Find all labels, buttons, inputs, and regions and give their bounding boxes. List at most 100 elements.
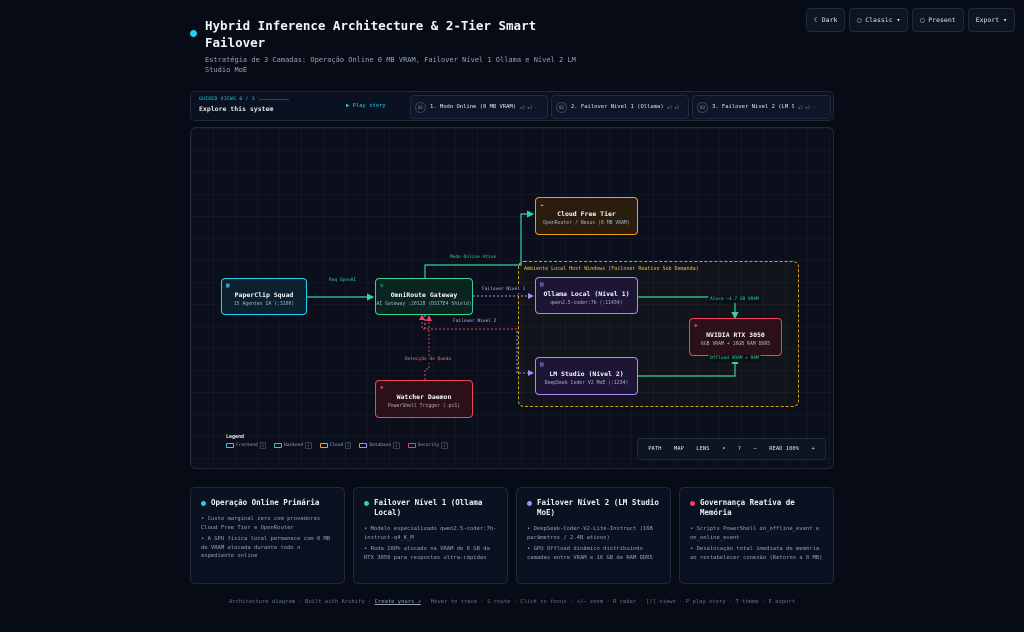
legend-count: 1: [345, 442, 352, 449]
node-title: OmniRoute Gateway: [390, 290, 458, 299]
page-subtitle: Estratégia de 3 Camadas: Operação Online…: [205, 56, 576, 74]
card-bullet: • Scripts PowerShell on_offline_event e …: [690, 526, 820, 541]
legend: Legend Frontend 1 Backend 1 Cloud 1 Data…: [226, 434, 448, 449]
card-title: Failover Nível 2 (LM Studio MoE): [537, 498, 659, 517]
card-bullet: • A GPU física local permanece com 0 MB …: [201, 536, 331, 559]
edge-modo-online: [424, 210, 535, 278]
export-dropdown[interactable]: Export ▾: [967, 8, 1015, 32]
legend-item-security[interactable]: Security 2: [407, 442, 448, 449]
guided-progress-bar: [258, 99, 289, 100]
node-subtitle: 6GB VRAM + 16GB RAM DDR5: [700, 342, 771, 347]
zoom-level: READ 100%: [769, 446, 800, 452]
card-bullet: • Custo marginal zero com provedores Clo…: [201, 516, 321, 531]
canvas-toolbar: PATH MAP LENS ⌕ ? − READ 100% +: [637, 438, 826, 460]
guided-views-kicker: GUIDED VIEWS 0 / 3: [199, 97, 255, 102]
present-button[interactable]: ▢ Present: [912, 8, 964, 32]
zoom-in-button[interactable]: +: [811, 446, 814, 452]
path-button[interactable]: PATH: [648, 446, 661, 452]
node-watcher-daemon[interactable]: ◈ Watcher Daemon PowerShell Trigger (.ps…: [375, 380, 473, 418]
legend-item-backend[interactable]: Backend 1: [274, 442, 312, 449]
node-title: Cloud Free Tier: [557, 210, 616, 218]
top-toolbar: ☾ Dark ▢ Classic ▾ ▢ Present Export ▾: [805, 8, 1015, 32]
node-ollama-local[interactable]: ▤ Ollama Local (Nível 1) qwen2.5-coder:7…: [535, 277, 638, 314]
footer: Architecture diagram · Built with Archif…: [190, 598, 834, 607]
legend-item-database[interactable]: Database 2: [359, 442, 400, 449]
node-title: LM Studio (Nível 2): [549, 370, 624, 378]
guided-views-info: GUIDED VIEWS 0 / 3 Explore this system: [199, 97, 289, 113]
cloud-icon: ☁: [540, 201, 544, 208]
gpu-icon: ◈: [694, 322, 698, 329]
legend-title: Legend: [226, 434, 245, 440]
legend-swatch: [407, 443, 416, 448]
node-paperclip-squad[interactable]: ▣ PaperClip Squad 15 Agentes IA (:3100): [221, 278, 307, 315]
legend-item-frontend[interactable]: Frontend 1: [226, 442, 267, 449]
guided-views-bar: GUIDED VIEWS 0 / 3 Explore this system ▶…: [190, 91, 834, 121]
legend-count: 2: [393, 442, 400, 449]
card-failover-2: Failover Nível 2 (LM Studio MoE) • DeepS…: [516, 487, 671, 584]
shield-icon: ◈: [380, 384, 384, 391]
create-yours-link[interactable]: Create yours ↗: [375, 599, 421, 605]
node-subtitle: qwen2.5-coder:7b (:11434): [550, 300, 623, 306]
node-subtitle: AI Gateway :20128 (DSITE4 Shield): [376, 301, 472, 307]
legend-swatch: [274, 443, 283, 448]
card-bullet: • Desalocação total imediata de memória …: [690, 546, 823, 561]
database-icon: ▤: [540, 281, 544, 288]
step-meta: ▪5 ▪3 ◦: [520, 104, 537, 110]
node-omniroute-gateway[interactable]: ◇ OmniRoute Gateway AI Gateway :20128 (D…: [375, 278, 473, 315]
node-subtitle: OpenRouter / Nexus (0 MB VRAM): [543, 221, 630, 226]
guided-step-1[interactable]: 01 1. Modo Online (0 MB VRAM) ▪5 ▪3 ◦: [410, 95, 548, 119]
edge-label-failover-2: Failover Nível 2: [451, 318, 499, 325]
dark-theme-button[interactable]: ☾ Dark: [805, 8, 846, 32]
node-title: PaperClip Squad: [234, 290, 294, 299]
page-title: Hybrid Inference Architecture & 2-Tier S…: [205, 18, 537, 50]
card-dot: [201, 501, 206, 506]
card-dot: [364, 501, 369, 506]
guided-step-3[interactable]: 03 3. Failover Nível 2 (LM Stu… ▪5 ▪3 ◦: [692, 95, 831, 119]
legend-count: 2: [441, 442, 448, 449]
map-button[interactable]: MAP: [674, 446, 684, 452]
node-cloud-free-tier[interactable]: ☁ Cloud Free Tier OpenRouter / Nexus (0 …: [535, 197, 638, 235]
card-governanca: Governança Reativa de Memória • Scripts …: [679, 487, 834, 584]
zoom-out-button[interactable]: −: [753, 446, 756, 452]
legend-swatch: [319, 443, 328, 448]
legend-count: 1: [259, 442, 267, 449]
card-title: Failover Nível 1 (Ollama Local): [374, 498, 483, 517]
step-label: 2. Failover Nível 1 (Ollama): [570, 104, 664, 110]
footer-hints: · Hover to trace · S route · Click to fo…: [424, 599, 796, 605]
lens-button[interactable]: LENS: [696, 446, 709, 452]
step-label: 3. Failover Nível 2 (LM Stu…: [712, 104, 794, 110]
edge-label-modo-online: Modo Online Ativo: [448, 254, 499, 261]
footer-made: Architecture diagram · Built with Archif…: [228, 599, 372, 605]
legend-label: Cloud: [329, 443, 344, 448]
node-subtitle: 15 Agentes IA (:3100): [233, 301, 295, 307]
search-icon[interactable]: ⌕: [722, 446, 725, 452]
card-bullet: • Roda 100% alocado na VRAM de 6 GB da R…: [364, 546, 490, 561]
edge-label-deteccao: Detecção de Queda: [403, 356, 454, 363]
node-title: NVIDIA RTX 3050: [706, 331, 765, 339]
card-dot: [527, 501, 532, 506]
node-title: Ollama Local (Nível 1): [543, 289, 630, 298]
database-icon: ▤: [540, 361, 544, 368]
diagram-canvas[interactable]: Ambiente Local Host Windows (Failover Re…: [190, 127, 834, 469]
play-story-button[interactable]: ▶ Play story: [346, 103, 386, 109]
edge-label-aloca: Aloca ~4.7 GB VRAM: [708, 296, 761, 303]
node-lm-studio[interactable]: ▤ LM Studio (Nível 2) DeepSeek Coder V2 …: [535, 357, 638, 395]
legend-label: Database: [369, 443, 392, 448]
legend-item-cloud[interactable]: Cloud 1: [319, 442, 352, 449]
step-number: 01: [415, 101, 426, 113]
edge-label-offload: Offload VRAM + RAM: [708, 355, 761, 362]
step-meta: ▪5 ▪5 ◦: [667, 104, 684, 110]
guided-step-2[interactable]: 02 2. Failover Nível 1 (Ollama) ▪5 ▪5 ◦: [551, 95, 689, 119]
legend-label: Frontend: [236, 443, 258, 448]
frontend-icon: ▣: [226, 282, 230, 289]
node-nvidia-rtx-3050[interactable]: ◈ NVIDIA RTX 3050 6GB VRAM + 16GB RAM DD…: [689, 318, 782, 356]
step-label: 1. Modo Online (0 MB VRAM): [430, 104, 517, 110]
card-failover-1: Failover Nível 1 (Ollama Local) • Modelo…: [353, 487, 508, 584]
card-title: Operação Online Primária: [211, 498, 320, 507]
guided-explore-label: Explore this system: [199, 105, 274, 113]
help-icon[interactable]: ?: [738, 446, 741, 452]
node-subtitle: DeepSeek Coder V2 MoE (:1234): [544, 381, 629, 386]
legend-swatch: [226, 443, 234, 448]
style-classic-dropdown[interactable]: ▢ Classic ▾: [849, 8, 909, 32]
edge-deteccao: [424, 315, 432, 380]
